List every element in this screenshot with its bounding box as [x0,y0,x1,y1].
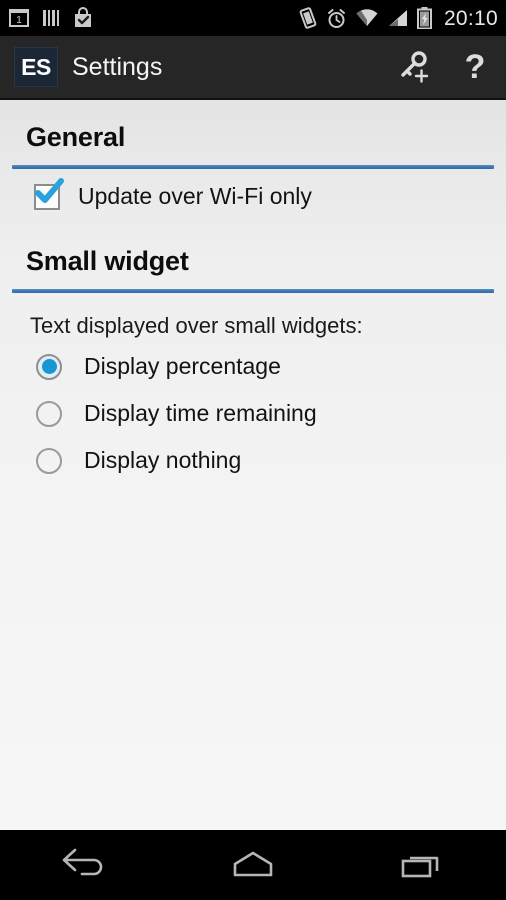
navigation-bar [0,830,506,900]
cellular-signal-icon [388,10,407,26]
home-icon [233,851,273,877]
radio-display-percentage[interactable] [36,353,62,380]
help-icon: ? [464,48,486,86]
wifi-icon [356,9,378,26]
battery-charging-icon [416,7,432,29]
play-store-bag-icon [75,7,91,27]
barcode-icon [43,10,59,26]
radio-row-display-time-remaining[interactable]: Display time remaining [0,390,506,437]
home-button[interactable] [169,830,338,900]
radio-label-display-nothing: Display nothing [84,447,242,473]
back-button[interactable] [0,830,169,900]
setting-row-update-over-wifi[interactable]: Update over Wi-Fi only [0,169,506,224]
phone-screen: 1 20:10 ES Settings ? General Update ove… [0,0,506,900]
recents-icon [401,856,438,878]
vibrate-icon [299,7,317,29]
back-icon [63,848,103,876]
add-key-icon [401,51,429,83]
update-over-wifi-checkbox[interactable] [34,177,64,210]
calendar-icon: 1 [9,9,29,27]
action-bar: ES Settings ? [0,36,506,100]
radio-label-display-percentage: Display percentage [84,353,281,379]
help-button[interactable]: ? [444,35,506,99]
app-logo: ES [14,47,58,87]
update-over-wifi-label: Update over Wi-Fi only [78,183,312,209]
radio-row-display-nothing[interactable]: Display nothing [0,437,506,484]
recents-button[interactable] [337,830,506,900]
status-bar-clock: 20:10 [443,6,498,30]
small-widget-hint: Text displayed over small widgets: [30,313,363,338]
checkmark-icon [35,177,64,203]
page-title: Settings [72,52,163,81]
app-logo-text: ES [21,53,51,80]
radio-row-display-percentage[interactable]: Display percentage [0,343,506,390]
section-header-small-widget: Small widget [26,246,189,276]
alarm-clock-icon [327,8,345,28]
svg-text:1: 1 [16,15,22,26]
status-bar-notification-icons: 1 [8,7,94,29]
radio-label-display-time-remaining: Display time remaining [84,400,317,426]
status-bar: 1 20:10 [0,0,506,36]
section-header-general: General [26,122,126,152]
settings-content: General Update over Wi-Fi only Small wid… [0,100,506,830]
status-bar-system-icons: 20:10 [298,7,498,29]
radio-display-nothing[interactable] [36,447,62,474]
add-key-button[interactable] [382,35,444,99]
radio-display-time-remaining[interactable] [36,400,62,427]
